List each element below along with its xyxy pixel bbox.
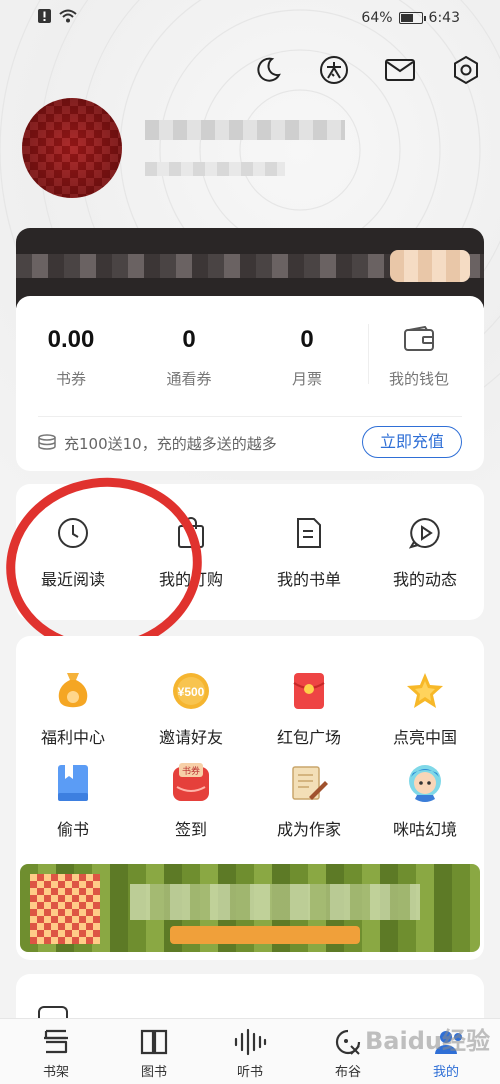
invite-friends-button[interactable]: ¥500 邀请好友 xyxy=(136,670,246,748)
header-actions xyxy=(250,52,484,88)
migu-wonderland-button[interactable]: 咪咕幻境 xyxy=(370,762,480,840)
stat-book-coupon[interactable]: 0.00 书券 xyxy=(16,326,126,389)
vip-banner-button-blurred[interactable] xyxy=(390,250,470,282)
red-envelope-plaza-button[interactable]: 红包广场 xyxy=(254,670,364,748)
recharge-button[interactable]: 立即充值 xyxy=(362,426,462,458)
clock-time: 6:43 xyxy=(428,10,460,26)
battery-percent: 64% xyxy=(361,10,393,26)
tab-audiobooks[interactable]: 听书 xyxy=(220,1027,280,1080)
sign-in-button[interactable]: 书券 签到 xyxy=(136,762,246,840)
stat-value: 0 xyxy=(182,326,196,353)
wallet-icon xyxy=(364,325,474,356)
stat-label: 月票 xyxy=(291,370,322,388)
document-icon xyxy=(254,516,364,550)
my-booklist-button[interactable]: 我的书单 xyxy=(254,516,364,590)
promo-row: 充100送10，充的越多送的越多 xyxy=(38,433,277,454)
tab-bookshelf[interactable]: 书架 xyxy=(26,1027,86,1080)
moon-icon[interactable] xyxy=(250,52,286,88)
service-label: 点亮中国 xyxy=(392,728,457,747)
light-up-china-button[interactable]: 点亮中国 xyxy=(370,670,480,748)
bookmark-book-icon xyxy=(18,762,128,804)
welfare-center-button[interactable]: 福利中心 xyxy=(18,670,128,748)
my-activity-button[interactable]: 我的动态 xyxy=(370,516,480,590)
wallet-card: 0.00 书券 0 通看券 0 月票 我的钱包 充100送10，充的越多送的越多… xyxy=(16,296,484,471)
coins-icon xyxy=(38,433,56,454)
wifi-icon xyxy=(59,9,77,27)
status-bar: 64% 6:43 xyxy=(0,8,500,30)
tab-label: 图书 xyxy=(140,1065,167,1080)
banner-button-blurred xyxy=(170,926,360,944)
play-bubble-icon xyxy=(370,516,480,550)
bookshelf-icon xyxy=(26,1027,86,1057)
alert-icon xyxy=(38,9,51,27)
service-label: 福利中心 xyxy=(40,728,105,747)
tab-label: 布谷 xyxy=(334,1065,361,1080)
sign-in-badge-text: 书券 xyxy=(182,765,200,777)
star-icon xyxy=(370,670,480,712)
become-writer-button[interactable]: 成为作家 xyxy=(254,762,364,840)
service-label: 签到 xyxy=(174,820,207,839)
stat-pass-coupon[interactable]: 0 通看券 xyxy=(134,326,244,389)
coin-badge-text: ¥500 xyxy=(178,685,205,699)
promo-text: 充100送10，充的越多送的越多 xyxy=(64,435,277,453)
tab-label: 书架 xyxy=(42,1065,69,1080)
tab-books[interactable]: 图书 xyxy=(124,1027,184,1080)
service-label: 邀请好友 xyxy=(158,728,223,747)
service-label: 成为作家 xyxy=(276,820,341,839)
tai-icon[interactable] xyxy=(316,52,352,88)
audio-wave-icon xyxy=(220,1027,280,1057)
battery-level xyxy=(400,14,414,22)
banner-text-blurred xyxy=(130,884,420,920)
banner-figure-blurred xyxy=(30,874,100,944)
divider xyxy=(38,416,462,417)
stat-label: 通看券 xyxy=(166,370,212,388)
sign-in-icon: 书券 xyxy=(136,762,246,804)
battery-icon xyxy=(398,12,426,24)
promo-banner-blurred[interactable] xyxy=(20,864,480,952)
shortcut-label: 我的书单 xyxy=(276,570,341,589)
coin-500-icon: ¥500 xyxy=(136,670,246,712)
avatar[interactable] xyxy=(22,98,122,198)
settings-icon[interactable] xyxy=(448,52,484,88)
service-label: 咪咕幻境 xyxy=(392,820,457,839)
service-label: 红包广场 xyxy=(276,728,341,747)
wallet-label: 我的钱包 xyxy=(388,370,449,388)
scroll-pen-icon xyxy=(254,762,364,804)
stat-monthly-ticket[interactable]: 0 月票 xyxy=(252,326,362,389)
watermark-logo: Baidu经验 xyxy=(365,1027,490,1055)
stat-value: 0 xyxy=(300,326,314,353)
tab-label: 我的 xyxy=(432,1065,459,1080)
avatar-character-icon xyxy=(370,762,480,804)
services-card: 福利中心 ¥500 邀请好友 红包广场 点亮中国 偷书 书券 签到 成为作家 咪… xyxy=(16,636,484,960)
mail-icon[interactable] xyxy=(382,52,418,88)
red-envelope-icon xyxy=(254,670,364,712)
stat-value: 0.00 xyxy=(47,326,95,353)
tab-label: 听书 xyxy=(236,1065,263,1080)
stat-label: 书券 xyxy=(55,370,86,388)
service-label: 偷书 xyxy=(56,820,89,839)
my-wallet-button[interactable]: 我的钱包 xyxy=(364,325,474,389)
open-book-icon xyxy=(124,1027,184,1057)
shortcut-label: 我的动态 xyxy=(392,570,457,589)
username-blurred[interactable] xyxy=(145,120,345,140)
money-bag-icon xyxy=(18,670,128,712)
steal-book-button[interactable]: 偷书 xyxy=(18,762,128,840)
user-subtitle-blurred xyxy=(145,162,285,176)
